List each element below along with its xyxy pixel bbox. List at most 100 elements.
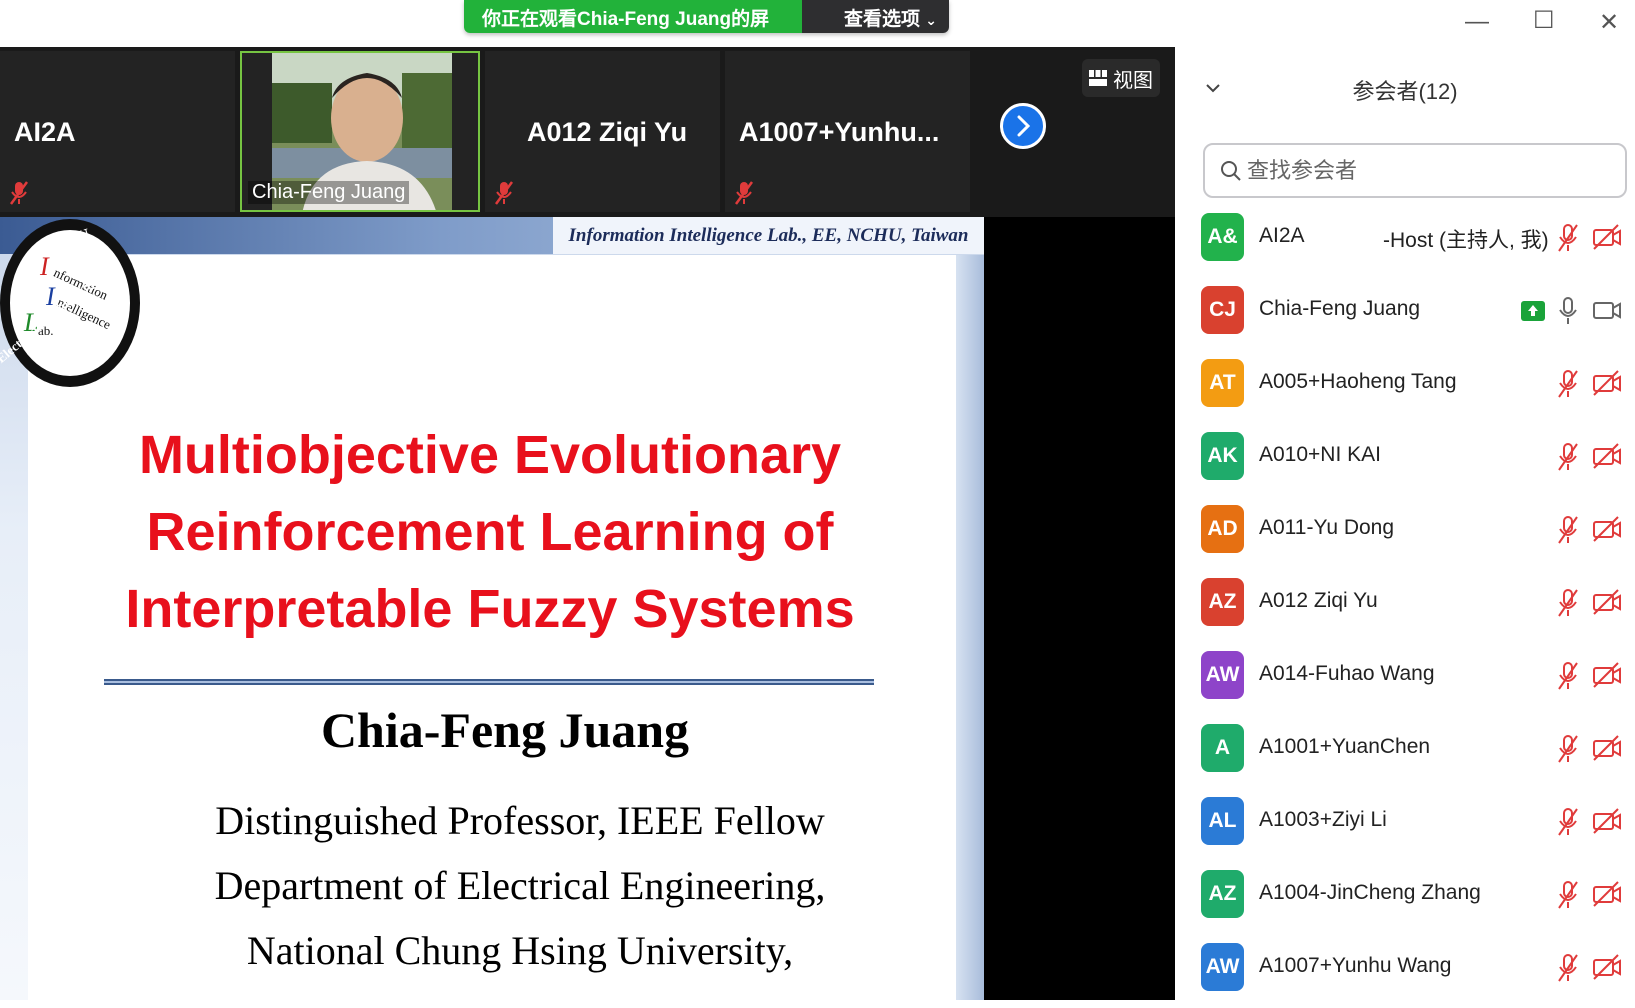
top-strip: 你正在观看Chia-Feng Juang的屏幕 查看选项 ⌄ — [0, 0, 1175, 47]
maximize-icon[interactable]: ☐ — [1533, 6, 1555, 35]
participant-search[interactable] — [1203, 143, 1627, 198]
participant-name: A011-Yu Dong — [1259, 516, 1395, 539]
title-divider — [104, 679, 874, 685]
participant-row[interactable]: AW A1007+Yunhu Wang — [1175, 935, 1635, 1008]
video-off-icon[interactable] — [1591, 588, 1623, 616]
lab-logo-seal: NCHU I nformation I ntelligence L ab. El… — [0, 219, 140, 387]
avatar: AD — [1201, 505, 1244, 553]
participant-name: A1004-JinCheng Zhang — [1259, 881, 1481, 904]
video-off-icon[interactable] — [1591, 515, 1623, 543]
avatar: AW — [1201, 943, 1244, 991]
slide-affiliation-line: National Chung Hsing University, — [246, 928, 794, 973]
search-input[interactable] — [1245, 154, 1615, 188]
view-options-button[interactable]: 查看选项 ⌄ — [802, 0, 949, 33]
mic-muted-icon[interactable] — [1555, 807, 1581, 837]
participant-row[interactable]: AZ A1004-JinCheng Zhang — [1175, 862, 1635, 935]
search-icon — [1221, 161, 1241, 181]
avatar: CJ — [1201, 286, 1244, 334]
panel-header: 参会者(12) — [1175, 72, 1635, 112]
mic-muted-icon[interactable] — [1555, 661, 1581, 691]
participant-name: A1003+Ziyi Li — [1259, 808, 1387, 831]
participant-name: AI2A — [1259, 224, 1305, 247]
chevron-down-icon: ⌄ — [925, 12, 938, 28]
participant-role: -Host (主持人, 我) — [1383, 229, 1549, 252]
slide-affiliation-line: Distinguished Professor, IEEE Fellow — [215, 798, 825, 843]
video-off-icon[interactable] — [1591, 880, 1623, 908]
participant-tile-active-video[interactable]: Chia-Feng Juang — [240, 51, 480, 212]
shared-screen-slide: Information Intelligence Lab., EE, NCHU,… — [0, 217, 984, 1000]
participant-row[interactable]: A& AI2A -Host (主持人, 我) — [1175, 205, 1635, 278]
participant-name: A005+Haoheng Tang — [1259, 370, 1457, 393]
slide-author: Chia-Feng Juang — [320, 702, 690, 758]
participant-tile[interactable]: A012 Ziqi Yu — [485, 51, 720, 212]
participant-row[interactable]: AL A1003+Ziyi Li — [1175, 789, 1635, 862]
participant-row[interactable]: CJ Chia-Feng Juang — [1175, 278, 1635, 351]
grid-view-icon — [1089, 70, 1107, 86]
svg-text:I: I — [39, 252, 50, 281]
video-on-icon[interactable] — [1591, 296, 1623, 324]
participant-tile[interactable]: AI2A — [0, 51, 235, 212]
panel-title: 参会者(12) — [1352, 79, 1458, 104]
slide-affiliation-line: Department of Electrical Engineering, — [214, 863, 826, 908]
participant-row[interactable]: AW A014-Fuhao Wang — [1175, 643, 1635, 716]
tile-name: A1007+Yunhu... — [739, 117, 940, 147]
participant-tile[interactable]: A1007+Yunhu... — [725, 51, 970, 212]
mic-muted-icon — [494, 181, 514, 205]
participants-panel: — ☐ ✕ 参会者(12) A& AI2A -Host (主持人, 我) CJ … — [1175, 0, 1635, 1000]
participant-name: A1007+Yunhu Wang — [1259, 954, 1452, 977]
participant-name: A014-Fuhao Wang — [1259, 662, 1435, 685]
gallery-strip: AI2A Chia-Feng Juang A012 Ziqi Yu A1007+… — [0, 47, 1175, 217]
mic-muted-icon — [734, 181, 754, 205]
mic-muted-icon[interactable] — [1555, 442, 1581, 472]
avatar: AT — [1201, 359, 1244, 407]
mic-muted-icon[interactable] — [1555, 223, 1581, 253]
screen-share-banner: 你正在观看Chia-Feng Juang的屏幕 查看选项 ⌄ — [464, 0, 949, 33]
view-button[interactable]: 视图 — [1082, 59, 1160, 97]
participant-name: A1001+YuanChen — [1259, 735, 1431, 758]
slide-title-line: Interpretable Fuzzy Systems — [125, 579, 855, 639]
participant-name: Chia-Feng Juang — [1259, 297, 1421, 320]
meeting-area: AI2A Chia-Feng Juang A012 Ziqi Yu A1007+… — [0, 47, 1175, 1000]
participant-row[interactable]: AZ A012 Ziqi Yu — [1175, 570, 1635, 643]
tile-name: A012 Ziqi Yu — [527, 117, 688, 147]
participant-row[interactable]: AT A005+Haoheng Tang — [1175, 351, 1635, 424]
avatar: AL — [1201, 797, 1244, 845]
slide-title: Multiobjective Evolutionary Reinforcemen… — [110, 417, 870, 648]
participant-list: A& AI2A -Host (主持人, 我) CJ Chia-Feng Juan… — [1175, 205, 1635, 1008]
slide-edge — [956, 255, 984, 1000]
next-page-button[interactable] — [1000, 103, 1046, 149]
participant-row[interactable]: AD A011-Yu Dong — [1175, 497, 1635, 570]
mic-muted-icon[interactable] — [1555, 515, 1581, 545]
video-off-icon[interactable] — [1591, 734, 1623, 762]
view-options-label: 查看选项 — [844, 9, 921, 30]
slide-title-line: Reinforcement Learning of — [146, 502, 834, 562]
slide-title-line: Multiobjective Evolutionary — [138, 425, 842, 485]
participant-row[interactable]: AK A010+NI KAI — [1175, 424, 1635, 497]
close-icon[interactable]: ✕ — [1599, 8, 1619, 37]
lab-header: Information Intelligence Lab., EE, NCHU,… — [553, 217, 984, 254]
avatar: A — [1201, 724, 1244, 772]
video-off-icon[interactable] — [1591, 953, 1623, 981]
mic-muted-icon[interactable] — [1555, 953, 1581, 983]
tile-name: AI2A — [14, 117, 76, 147]
video-off-icon[interactable] — [1591, 661, 1623, 689]
participant-name: A012 Ziqi Yu — [1259, 589, 1378, 612]
participant-row[interactable]: A A1001+YuanChen — [1175, 716, 1635, 789]
avatar: AW — [1201, 651, 1244, 699]
avatar: A& — [1201, 213, 1244, 261]
video-off-icon[interactable] — [1591, 223, 1623, 251]
unused-screen-area — [984, 217, 1175, 1000]
avatar: AZ — [1201, 578, 1244, 626]
screen-share-icon — [1521, 301, 1545, 321]
avatar: AK — [1201, 432, 1244, 480]
minimize-icon[interactable]: — — [1465, 8, 1489, 36]
video-off-icon[interactable] — [1591, 807, 1623, 835]
mic-muted-icon[interactable] — [1555, 880, 1581, 910]
mic-muted-icon[interactable] — [1555, 369, 1581, 399]
mic-muted-icon[interactable] — [1555, 734, 1581, 764]
mic-on-icon[interactable] — [1555, 296, 1581, 326]
video-off-icon[interactable] — [1591, 442, 1623, 470]
video-off-icon[interactable] — [1591, 369, 1623, 397]
mic-muted-icon[interactable] — [1555, 588, 1581, 618]
view-label: 视图 — [1113, 69, 1153, 92]
